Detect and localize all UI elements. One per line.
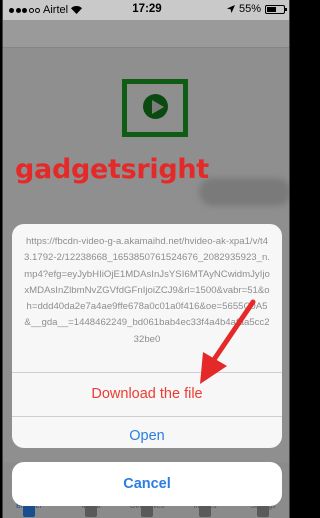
phone-screen: Airtel 17:29 55% gadgetsright Browser Me… bbox=[2, 0, 290, 518]
download-file-button[interactable]: Download the file bbox=[12, 372, 282, 416]
images-icon bbox=[199, 505, 211, 517]
play-icon bbox=[143, 94, 168, 119]
files-icon bbox=[141, 505, 153, 517]
status-right-group: 55% bbox=[226, 3, 287, 15]
watermark-text: gadgetsright bbox=[15, 154, 209, 185]
file-url-message: https://fbcdn-video-g-a.akamaihd.net/hvi… bbox=[24, 236, 270, 345]
open-button[interactable]: Open bbox=[12, 416, 282, 448]
cancel-button[interactable]: Cancel bbox=[12, 462, 282, 506]
browser-address-bar bbox=[3, 20, 289, 48]
browser-icon bbox=[23, 505, 35, 517]
video-thumbnail bbox=[122, 79, 188, 137]
action-sheet: https://fbcdn-video-g-a.akamaihd.net/hvi… bbox=[12, 224, 282, 448]
settings-icon bbox=[257, 505, 269, 517]
battery-percent: 55% bbox=[238, 3, 261, 15]
blurred-region bbox=[199, 178, 289, 206]
battery-icon bbox=[265, 4, 287, 14]
media-icon bbox=[85, 505, 97, 517]
status-bar: Airtel 17:29 55% bbox=[3, 0, 289, 20]
location-arrow-icon bbox=[226, 5, 235, 13]
